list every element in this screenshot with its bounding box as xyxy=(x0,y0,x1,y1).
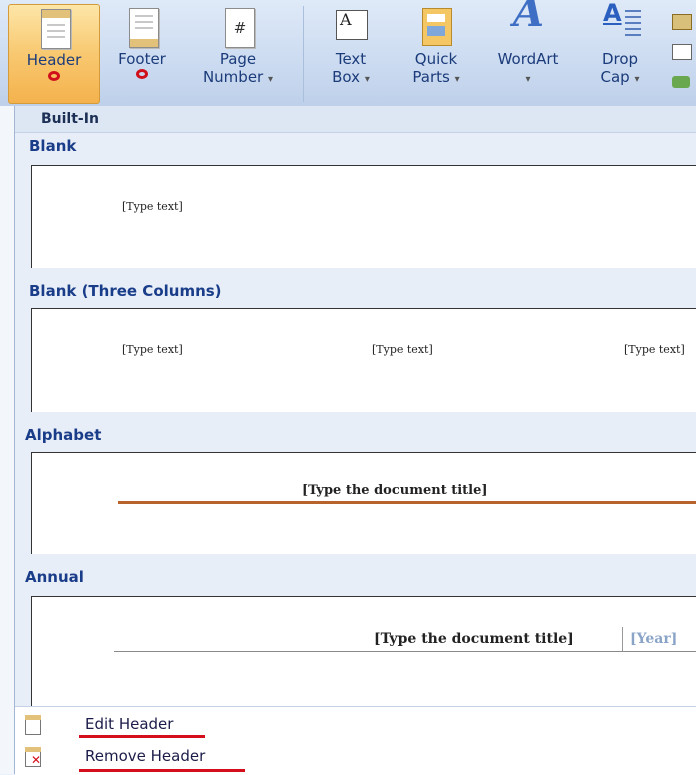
text-box-button[interactable]: A Text Box ▾ xyxy=(318,4,384,89)
remove-header-underline-annotation xyxy=(79,769,245,772)
footer-button[interactable]: Footer xyxy=(102,4,182,79)
ribbon-separator xyxy=(303,6,304,102)
header-button[interactable]: Header xyxy=(8,4,100,104)
edit-header-command[interactable]: Edit Header xyxy=(15,709,696,741)
header-dropdown-circle-annotation xyxy=(48,71,60,81)
gallery-item-blank[interactable]: Blank [Type text] xyxy=(15,133,696,268)
chevron-down-icon: ▾ xyxy=(634,74,640,85)
chevron-down-icon: ▾ xyxy=(364,74,370,85)
insert-ribbon: Header Footer # Page Number ▾ A Text Box… xyxy=(0,0,696,107)
remove-header-label: Remove Header xyxy=(85,747,206,765)
title-year-divider xyxy=(622,627,623,651)
left-margin xyxy=(0,106,14,774)
alphabet-title-rule xyxy=(118,501,696,504)
built-in-category-header: Built-In xyxy=(15,106,696,133)
header-label: Header xyxy=(26,51,82,69)
gallery-item-annual[interactable]: Annual [Type the document title] [Year] xyxy=(15,554,696,706)
object-icon[interactable] xyxy=(672,76,694,96)
footer-label: Footer xyxy=(118,50,166,68)
wordart-icon: A xyxy=(513,0,545,36)
quick-parts-icon xyxy=(417,4,455,50)
section-title-alphabet: Alphabet xyxy=(25,426,102,444)
edit-header-underline-annotation xyxy=(79,735,205,738)
gallery-item-blank-three-columns[interactable]: Blank (Three Columns) [Type text] [Type … xyxy=(15,268,696,412)
header-page-icon xyxy=(35,5,73,51)
chevron-down-icon: ▾ xyxy=(454,74,460,85)
text-box-icon: A xyxy=(332,4,370,50)
section-title-blank-three-columns: Blank (Three Columns) xyxy=(29,282,222,300)
year-placeholder: [Year] xyxy=(630,631,678,647)
date-time-icon[interactable] xyxy=(672,44,694,64)
section-title-blank: Blank xyxy=(29,137,77,155)
edit-header-label: Edit Header xyxy=(85,715,174,733)
section-title-annual: Annual xyxy=(25,568,84,586)
chevron-down-icon: ▾ xyxy=(268,74,274,85)
remove-header-command[interactable]: ✕ Remove Header xyxy=(15,741,696,773)
page-number-icon: # xyxy=(219,4,257,50)
document-title-placeholder: [Type the document title] xyxy=(302,483,488,498)
header-dropdown-menu: Built-In Blank [Type text] Blank (Three … xyxy=(14,106,696,775)
annual-title-rule xyxy=(114,651,696,652)
remove-header-icon: ✕ xyxy=(25,747,41,767)
placeholder-text-center: [Type text] xyxy=(372,343,433,356)
preview-blank: [Type text] xyxy=(31,165,696,268)
footer-page-icon xyxy=(123,4,161,50)
header-commands: Edit Header ✕ Remove Header xyxy=(15,706,696,775)
document-title-placeholder: [Type the document title] xyxy=(374,631,574,647)
chevron-down-icon: ▾ xyxy=(525,74,531,85)
placeholder-text-left: [Type text] xyxy=(122,343,183,356)
edit-header-icon xyxy=(25,715,41,735)
drop-cap-icon: A xyxy=(601,1,641,50)
drop-cap-button[interactable]: A Drop Cap ▾ xyxy=(584,1,656,89)
placeholder-text-right: [Type text] xyxy=(624,343,685,356)
quick-parts-button[interactable]: Quick Parts ▾ xyxy=(400,4,472,89)
footer-dropdown-circle-annotation xyxy=(136,69,148,79)
placeholder-text: [Type text] xyxy=(122,200,183,213)
wordart-button[interactable]: A WordArt ▾ xyxy=(480,0,576,89)
page-number-button[interactable]: # Page Number ▾ xyxy=(188,4,288,89)
preview-blank-three-columns: [Type text] [Type text] [Type text] xyxy=(31,308,696,412)
gallery-item-alphabet[interactable]: Alphabet [Type the document title] xyxy=(15,412,696,554)
signature-line-icon[interactable] xyxy=(672,14,694,34)
preview-annual: [Type the document title] [Year] xyxy=(31,596,696,706)
preview-alphabet: [Type the document title] xyxy=(31,452,696,554)
